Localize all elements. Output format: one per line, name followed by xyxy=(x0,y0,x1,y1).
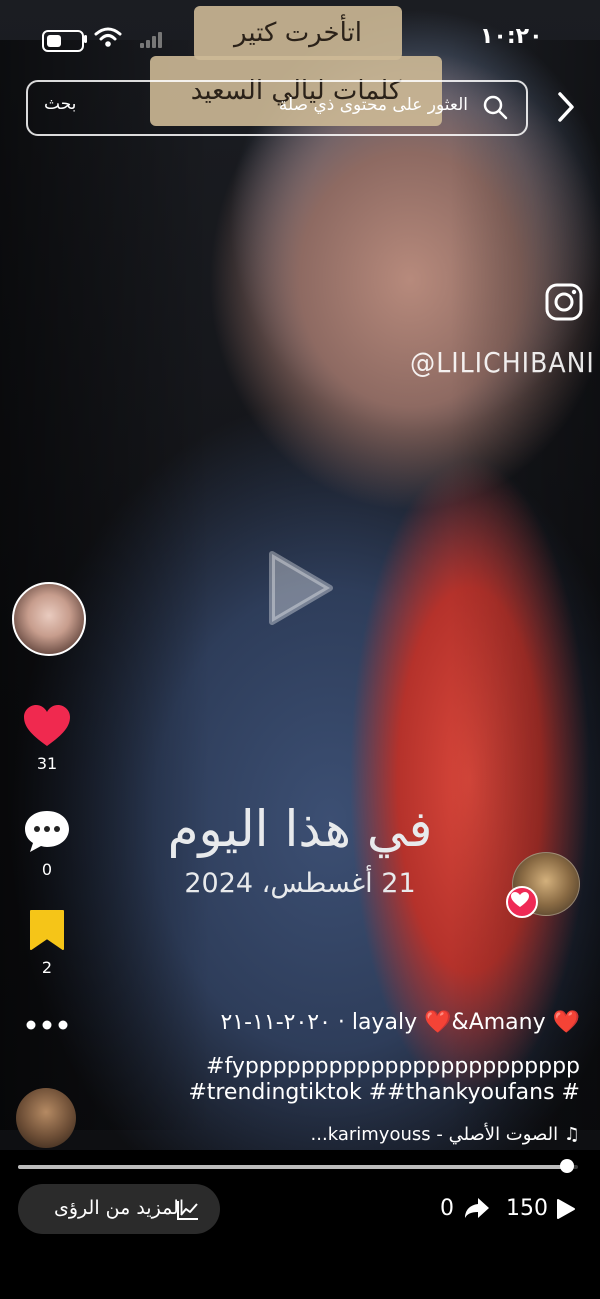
music-note-icon: ♫ xyxy=(558,1124,580,1145)
heart-badge-icon xyxy=(511,892,529,907)
search-bar[interactable]: بحث العثور على محتوى ذي صلة xyxy=(26,80,528,136)
post-date: ٢٠٢٠-١١-٢١ xyxy=(220,1010,331,1035)
battery-tip xyxy=(84,35,87,43)
share-count: 0 xyxy=(440,1196,454,1221)
sound-label: الصوت الأصلي - karimyouss... xyxy=(310,1124,559,1145)
sound-avatar[interactable] xyxy=(16,1088,76,1148)
creator-avatar[interactable] xyxy=(12,582,86,656)
progress-fill xyxy=(18,1165,567,1169)
chart-icon xyxy=(177,1201,198,1220)
sound-link[interactable]: ♫ الصوت الأصلي - karimyouss... xyxy=(311,1124,580,1145)
video-player[interactable]: ١٠:٢٠ اتأخرت كتير كلمات ليالي السعيد بحث… xyxy=(0,0,600,1299)
wifi-icon xyxy=(94,27,122,47)
save-count: 2 xyxy=(41,958,53,977)
watermark-handle: @LILICHIBANI xyxy=(410,346,595,379)
author-line[interactable]: ٢٠٢٠-١١-٢١ · layaly ❤️&Amany ❤️ xyxy=(220,1010,580,1035)
progress-knob[interactable] xyxy=(560,1159,574,1173)
more-dots-icon xyxy=(26,1020,68,1030)
hashtags-line-2[interactable]: #trendingtiktok ##thankyoufans # xyxy=(188,1080,580,1105)
caption-line-1: اتأخرت كتير xyxy=(194,6,402,60)
author-name[interactable]: layaly ❤️&Amany ❤️ xyxy=(352,1010,580,1035)
hashtags-line-1[interactable]: #fypppppppppppppppppppppppp xyxy=(206,1054,580,1079)
more-options-button[interactable] xyxy=(14,1016,80,1035)
bookmark-icon xyxy=(30,910,64,950)
heart-badge[interactable] xyxy=(506,886,538,918)
back-chevron-icon[interactable] xyxy=(552,90,580,124)
comment-icon xyxy=(25,811,69,852)
on-this-day-date: 21 أغسطس، 2024 xyxy=(184,868,416,899)
search-icon xyxy=(483,95,508,120)
more-insights-button[interactable]: المزيد من الرؤى xyxy=(18,1184,220,1234)
insights-label: المزيد من الرؤى xyxy=(54,1197,185,1219)
signal-icon xyxy=(140,32,162,48)
search-input[interactable]: العثور على محتوى ذي صلة xyxy=(279,95,468,115)
clock: ١٠:٢٠ xyxy=(480,24,543,49)
search-button[interactable]: بحث xyxy=(44,94,76,114)
play-overlay-icon[interactable] xyxy=(266,548,336,628)
like-button[interactable]: 31 xyxy=(14,704,80,773)
comment-button[interactable]: 0 xyxy=(14,808,80,879)
views-count: 150 xyxy=(506,1196,548,1221)
instagram-icon xyxy=(545,283,583,321)
on-this-day-title: في هذا اليوم xyxy=(167,800,433,858)
save-button[interactable]: 2 xyxy=(14,908,80,977)
battery-icon xyxy=(42,30,84,52)
views-play-icon xyxy=(557,1199,575,1219)
comment-count: 0 xyxy=(41,860,53,879)
like-count: 31 xyxy=(36,754,58,773)
share-arrow-icon[interactable] xyxy=(464,1197,490,1219)
separator-dot: · xyxy=(337,1010,352,1035)
heart-icon xyxy=(24,705,70,746)
